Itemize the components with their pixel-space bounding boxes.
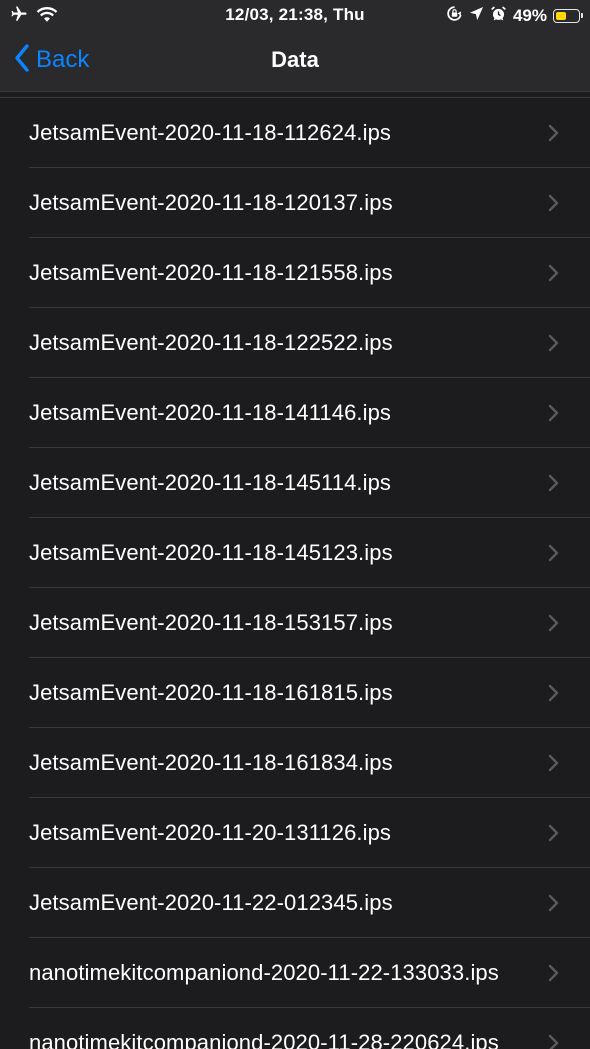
chevron-right-icon xyxy=(548,474,560,492)
file-name: JetsamEvent-2020-11-18-141146.ips xyxy=(29,400,392,425)
chevron-right-icon xyxy=(548,194,560,212)
list-item[interactable]: JetsamEvent-2020-11-18-161834.ips xyxy=(0,728,590,798)
location-icon xyxy=(469,6,484,26)
battery-cap xyxy=(581,13,583,18)
chevron-right-icon xyxy=(548,754,560,772)
battery-icon xyxy=(553,9,583,23)
file-list: JetsamEvent-2020-11-18-112624.ips JetsamE… xyxy=(0,97,590,1049)
chevron-right-icon xyxy=(548,894,560,912)
battery-percent: 49% xyxy=(512,6,547,25)
list-item[interactable]: JetsamEvent-2020-11-18-145123.ips xyxy=(0,518,590,588)
page-title: Data xyxy=(271,47,319,72)
chevron-right-icon xyxy=(548,684,560,702)
list-item[interactable]: JetsamEvent-2020-11-18-120137.ips xyxy=(0,168,590,238)
chevron-right-icon xyxy=(548,614,560,632)
file-name: JetsamEvent-2020-11-18-153157.ips xyxy=(29,610,393,635)
status-right: 49% xyxy=(446,4,583,28)
chevron-right-icon xyxy=(548,124,560,142)
file-name: JetsamEvent-2020-11-18-120137.ips xyxy=(29,190,393,215)
screen: 12/03, 21:38, Thu 49% Back Data JetsamEv… xyxy=(0,0,590,1049)
chevron-right-icon xyxy=(548,334,560,352)
list-item[interactable]: JetsamEvent-2020-11-18-145114.ips xyxy=(0,448,590,518)
chevron-right-icon xyxy=(548,1034,560,1049)
file-name: JetsamEvent-2020-11-18-161815.ips xyxy=(29,680,393,705)
file-name: JetsamEvent-2020-11-18-112624.ips xyxy=(29,120,392,145)
navigation-bar: Back Data xyxy=(0,32,590,92)
chevron-right-icon xyxy=(548,544,560,562)
chevron-right-icon xyxy=(548,964,560,982)
file-name: JetsamEvent-2020-11-18-145123.ips xyxy=(29,540,393,565)
list-item[interactable]: JetsamEvent-2020-11-18-112624.ips xyxy=(0,98,590,168)
chevron-right-icon xyxy=(548,404,560,422)
list-item[interactable]: JetsamEvent-2020-11-18-153157.ips xyxy=(0,588,590,658)
list-item[interactable]: JetsamEvent-2020-11-18-122522.ips xyxy=(0,308,590,378)
file-name: nanotimekitcompaniond-2020-11-22-133033.… xyxy=(29,960,499,985)
chevron-right-icon xyxy=(548,264,560,282)
orientation-lock-icon xyxy=(446,5,463,27)
list-item[interactable]: nanotimekitcompaniond-2020-11-28-220624.… xyxy=(0,1008,590,1049)
list-item[interactable]: JetsamEvent-2020-11-20-131126.ips xyxy=(0,798,590,868)
alarm-icon xyxy=(490,5,507,27)
file-name: JetsamEvent-2020-11-22-012345.ips xyxy=(29,890,393,915)
list-item[interactable]: JetsamEvent-2020-11-18-161815.ips xyxy=(0,658,590,728)
file-name: JetsamEvent-2020-11-18-145114.ips xyxy=(29,470,392,495)
file-name: JetsamEvent-2020-11-18-122522.ips xyxy=(29,330,393,355)
list-item[interactable]: JetsamEvent-2020-11-18-121558.ips xyxy=(0,238,590,308)
list-item[interactable]: JetsamEvent-2020-11-18-141146.ips xyxy=(0,378,590,448)
list-item[interactable]: nanotimekitcompaniond-2020-11-22-133033.… xyxy=(0,938,590,1008)
file-name: JetsamEvent-2020-11-18-161834.ips xyxy=(29,750,393,775)
chevron-right-icon xyxy=(548,824,560,842)
status-bar: 12/03, 21:38, Thu 49% xyxy=(0,0,590,32)
file-name: JetsamEvent-2020-11-20-131126.ips xyxy=(29,820,392,845)
list-item[interactable]: JetsamEvent-2020-11-22-012345.ips xyxy=(0,868,590,938)
battery-level xyxy=(556,12,566,20)
file-name: JetsamEvent-2020-11-18-121558.ips xyxy=(29,260,393,285)
file-name: nanotimekitcompaniond-2020-11-28-220624.… xyxy=(29,1030,499,1049)
